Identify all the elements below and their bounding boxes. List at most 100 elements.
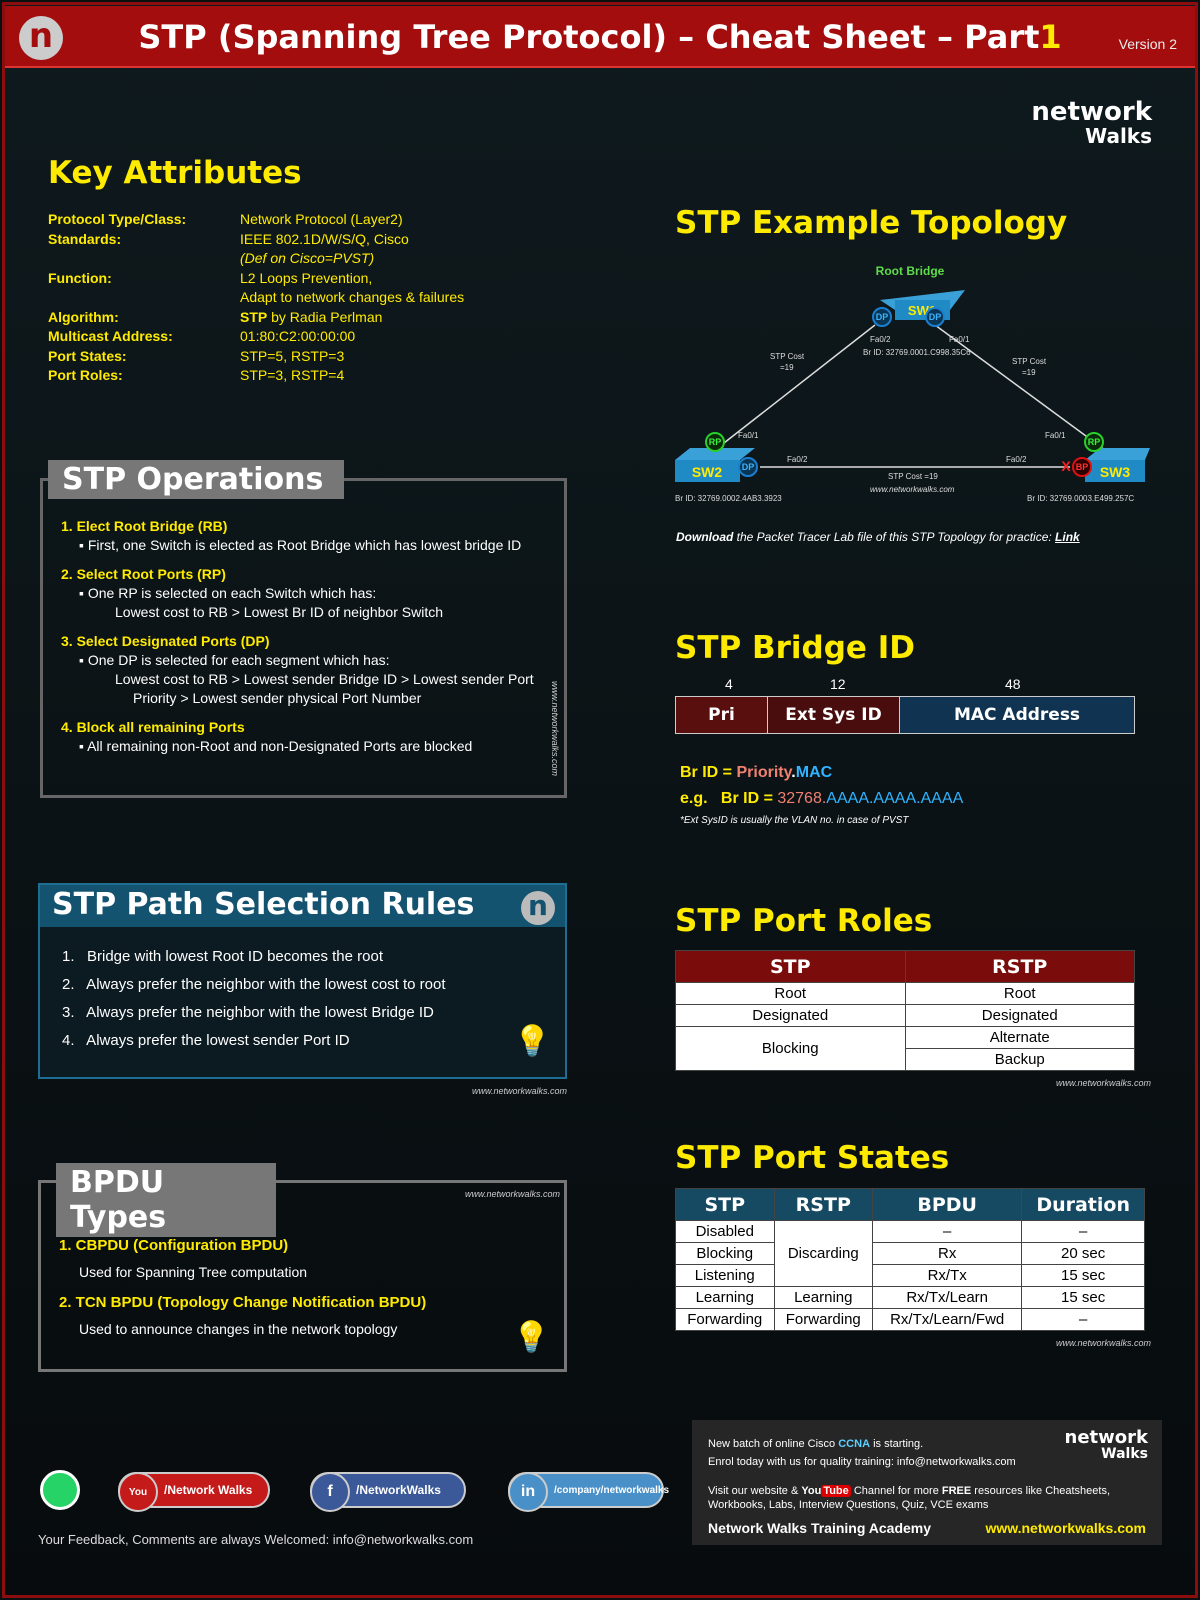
cell: –: [872, 1220, 1023, 1243]
operation-bullet: ▪ One DP is selected for each segment wh…: [79, 652, 390, 668]
attribute-key: Protocol Type/Class:: [48, 211, 187, 227]
attribute-row: Port Roles: STP=3, RSTP=4: [48, 366, 464, 386]
col-header: BPDU: [872, 1188, 1023, 1221]
eg-label: e.g. Br ID =: [680, 790, 778, 807]
bits-mac: 48: [1005, 676, 1021, 692]
cell: Designated: [904, 1004, 1135, 1027]
youtube-icon: You: [118, 1472, 158, 1512]
switch-sw1: SW1: [880, 290, 965, 320]
port-roles-table: STP RSTP Root Root Designated Designated Bl…: [675, 950, 1135, 1071]
free: FREE: [941, 1485, 972, 1497]
value: 01:80:C2:00:00:00: [240, 328, 356, 344]
table-row: Root Root: [675, 982, 1135, 1005]
cell: 20 sec: [1021, 1242, 1145, 1265]
page-title: STP (Spanning Tree Protocol) – Cheat She…: [5, 18, 1195, 56]
version-label: Version 2: [1118, 36, 1177, 52]
t: Channel for more: [850, 1485, 942, 1497]
cell: Disabled: [675, 1220, 775, 1243]
table-row: Listening Rx/Tx 15 sec: [675, 1264, 1145, 1287]
attribute-value: STP by Radia Perlman: [240, 308, 382, 328]
t: Visit our website &: [708, 1485, 802, 1497]
attribute-key: Standards:: [48, 230, 122, 247]
topology-title: STP Example Topology: [675, 205, 1068, 241]
brand-line2: Walks: [1085, 124, 1152, 148]
bpdu-title: BPDU Types: [56, 1163, 276, 1237]
table-row: Blocking Alternate: [675, 1026, 1135, 1071]
cell: 15 sec: [1021, 1286, 1145, 1309]
attribute-row: Adapt to network changes & failures: [48, 288, 464, 308]
rule-item: 1. Bridge with lowest Root ID becomes th…: [62, 948, 383, 965]
value: Network Protocol (Layer2): [240, 211, 403, 227]
bpdu-desc: Used for Spanning Tree computation: [79, 1264, 308, 1280]
attribute-row: Standards: IEEE 802.1D/W/S/Q, Cisco: [48, 230, 464, 250]
f-mac: MAC: [795, 764, 833, 781]
attribute-value: IEEE 802.1D/W/S/Q, Cisco: [240, 230, 409, 250]
bridge-id-fields: Pri Ext Sys ID MAC Address: [675, 696, 1135, 734]
facebook-label: /NetworkWalks: [356, 1483, 441, 1497]
cost-label: =19: [1022, 368, 1036, 377]
rule-item: 4. Always prefer the lowest sender Port …: [62, 1032, 350, 1049]
cell: Designated: [675, 1004, 906, 1027]
operation-heading: 1. Elect Root Bridge (RB): [61, 518, 228, 534]
cell: Listening: [675, 1264, 775, 1287]
dp-badge: DP: [742, 462, 755, 472]
website-link[interactable]: www.networkwalks.com: [985, 1520, 1146, 1536]
attribute-row: Protocol Type/Class: Network Protocol (La…: [48, 210, 464, 230]
attribute-key: [48, 249, 240, 269]
port-label: Fa0/1: [949, 335, 970, 344]
cell: –: [1021, 1308, 1145, 1331]
attribute-key: Function:: [48, 269, 112, 286]
port-roles-title: STP Port Roles: [675, 903, 933, 939]
attribute-key: Algorithm:: [48, 308, 119, 325]
f-priority: Priority: [736, 764, 792, 781]
download-link[interactable]: Link: [1055, 530, 1080, 544]
attribute-key: Port Roles:: [48, 367, 123, 383]
cell: Rx: [872, 1242, 1023, 1265]
linkedin-label: /company/networkwalks: [554, 1484, 670, 1496]
operations-box: 1. Elect Root Bridge (RB) ▪ First, one Sw…: [40, 478, 567, 798]
attribute-value: STP=3, RSTP=4: [240, 366, 344, 386]
cell: Root: [904, 982, 1135, 1005]
cell: Rx/Tx: [872, 1264, 1023, 1287]
facebook-link[interactable]: f/NetworkWalks: [310, 1472, 466, 1512]
t: is starting.: [870, 1438, 924, 1450]
bpdu-heading: 2. TCN BPDU (Topology Change Notificatio…: [59, 1294, 427, 1311]
attribute-value: 01:80:C2:00:00:00: [240, 327, 355, 347]
path-rules-title: STP Path Selection Rules n: [40, 885, 565, 927]
operation-detail: Lowest cost to RB > Lowest Br ID of neig…: [115, 604, 443, 620]
root-bridge-label: Root Bridge: [876, 264, 945, 278]
cell: –: [1021, 1220, 1145, 1243]
port-states-title: STP Port States: [675, 1140, 950, 1176]
attribute-value: Adapt to network changes & failures: [240, 288, 464, 308]
youtube-link[interactable]: You/Network Walks: [118, 1472, 270, 1512]
attribute-value: (Def on Cisco=PVST): [240, 249, 374, 269]
attribute-key: Multicast Address:: [48, 328, 173, 344]
t: New batch of online Cisco: [708, 1438, 839, 1450]
operations-title: STP Operations: [48, 460, 344, 499]
whatsapp-icon[interactable]: [40, 1470, 80, 1510]
bridge-id-example: e.g. Br ID = 32768.AAAA.AAAA.AAAA: [680, 790, 963, 808]
value: L2 Loops Prevention,: [240, 269, 373, 286]
bridge-id-note: *Ext SysID is usually the VLAN no. in ca…: [680, 815, 909, 826]
operation-bullet: ▪ First, one Switch is elected as Root B…: [79, 537, 522, 553]
eg-priority: 32768.: [777, 790, 827, 807]
attribute-row: Multicast Address: 01:80:C2:00:00:00: [48, 327, 464, 347]
watermark: www.networkwalks.com: [464, 1189, 560, 1199]
value: (Def on Cisco=PVST): [240, 250, 375, 266]
linkedin-link[interactable]: in/company/networkwalks: [508, 1472, 669, 1512]
bridge-id-formula: Br ID = Priority.MAC: [680, 764, 832, 782]
watermark: www.networkwalks.com: [1056, 1078, 1152, 1088]
cost-label: =19: [780, 363, 794, 372]
watermark: www.networkwalks.com: [870, 485, 955, 494]
table-row: Forwarding Forwarding Rx/Tx/Learn/Fwd –: [675, 1308, 1145, 1331]
attribute-key: [48, 288, 240, 308]
title-text: STP (Spanning Tree Protocol) – Cheat She…: [138, 18, 1040, 56]
col-header: STP: [675, 1188, 775, 1221]
attribute-value: STP=5, RSTP=3: [240, 347, 344, 367]
cell: Alternate: [904, 1026, 1135, 1049]
operation-bullet: ▪ One RP is selected on each Switch whic…: [79, 585, 377, 601]
cell: Forwarding: [675, 1308, 775, 1331]
brand-logo-small: network Walks: [1065, 1429, 1148, 1463]
path-rules-list: 1. Bridge with lowest Root ID becomes th…: [40, 927, 565, 1055]
facebook-icon: f: [310, 1472, 350, 1512]
